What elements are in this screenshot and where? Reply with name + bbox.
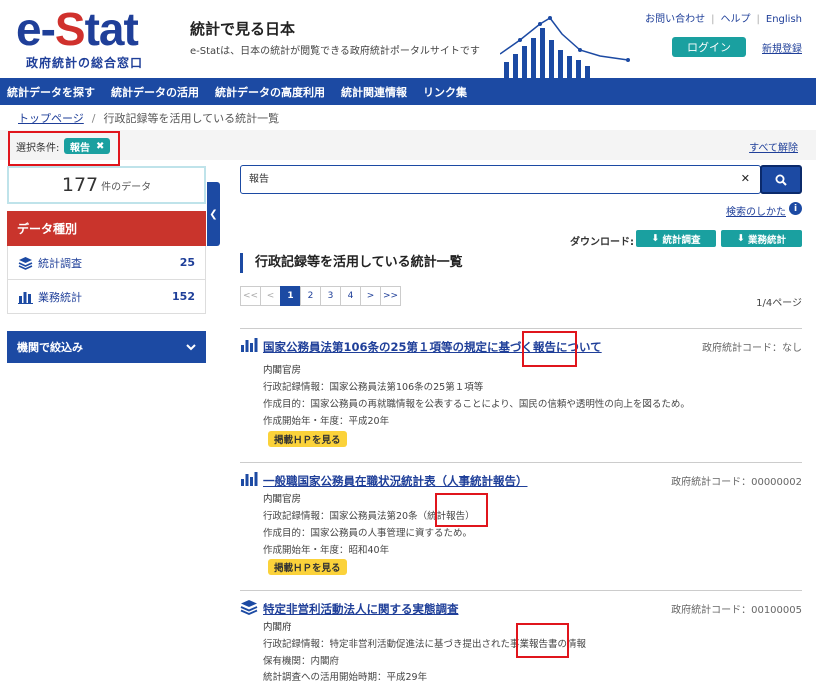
result-count-unit: 件のデータ [101,181,152,193]
stack-icon [18,256,33,270]
data-type-label: 統計調査 [38,256,82,270]
collapse-sidebar-button[interactable]: ❮ [207,182,220,246]
nav-item-search-data[interactable]: 統計データを探す [0,84,104,100]
result-start-year: 作成開始年・年度：平成20年 [263,416,390,427]
result-record-info: 行政記録情報：国家公務員法第106条の25第１項等 [263,382,484,393]
breadcrumb-separator: / [91,112,96,125]
search-icon [775,174,787,186]
separator: | [711,14,715,25]
result-holder: 保有機関：内閣府 [263,656,340,667]
bar-chart-icon [241,338,258,352]
data-type-count: 152 [172,290,195,303]
org-filter-label: 機関で絞込み [17,341,83,354]
download-icon: ⬇ [737,233,745,244]
download-business-label: 業務統計 [747,234,786,246]
pagination: << < 1 2 3 4 > >> [240,286,401,306]
view-hp-button[interactable]: 掲載ＨＰを見る [268,559,347,575]
result-purpose: 作成目的：国家公務員の人事管理に資するため。 [263,528,473,539]
pager-page-4[interactable]: 4 [340,286,361,306]
english-link[interactable]: English [766,14,802,25]
nav-item-use-data[interactable]: 統計データの活用 [104,84,208,100]
result-use-start: 統計調査への活用開始時期：平成29年 [263,672,428,683]
logo-pre: e- [16,3,56,55]
pager-first[interactable]: << [240,286,261,306]
result-stat-code: 政府統計コード：00100005 [671,605,802,616]
result-purpose: 作成目的：国家公務員の再就職情報を公表することにより、国民の信頼や透明性の向上を… [263,399,690,410]
pager-prev[interactable]: < [260,286,281,306]
breadcrumb-current: 行政記録等を活用している統計一覧 [103,112,280,125]
contact-link[interactable]: お問い合わせ [645,14,705,25]
signup-link[interactable]: 新規登録 [762,40,802,55]
result-item: 国家公務員法第106条の25第１項等の規定に基づく報告について 政府統計コード：… [240,328,802,462]
selected-conditions-bar: 選択条件: 報告 ✖ すべて解除 [0,130,816,160]
nav-item-links[interactable]: リンク集 [416,84,476,100]
search-input[interactable] [249,172,729,183]
nav-item-related-info[interactable]: 統計関連情報 [334,84,416,100]
result-title[interactable]: 特定非営利活動法人に関する実態調査 [263,601,459,617]
clear-search-icon[interactable]: ✕ [741,172,750,185]
nav-item-advanced-use[interactable]: 統計データの高度利用 [208,84,334,100]
pager-page-3[interactable]: 3 [320,286,341,306]
page-info: 1/4ページ [756,298,802,309]
search-button[interactable] [760,165,802,194]
download-survey-button[interactable]: ⬇ 統計調査 [636,230,716,247]
view-hp-button[interactable]: 掲載ＨＰを見る [268,431,347,447]
result-start-year: 作成開始年・年度：昭和40年 [263,545,390,556]
download-icon: ⬇ [651,233,660,244]
pager-last[interactable]: >> [380,286,401,306]
download-business-button[interactable]: ⬇ 業務統計 [721,230,802,247]
clear-all-link[interactable]: すべて解除 [749,139,798,154]
logo-subtitle: 政府統計の総合窓口 [26,56,144,70]
org-filter-toggle[interactable]: 機関で絞込み [7,331,206,363]
highlight-box [8,131,120,166]
logo-post: tat [84,3,139,55]
result-org: 内閣官房 [263,494,302,505]
list-title: 行政記録等を活用している統計一覧 [240,253,463,273]
data-type-count: 25 [179,256,195,269]
site-description: e-Statは、日本の統計が閲覧できる政府統計ポータルサイトです [190,46,480,57]
data-type-business[interactable]: 業務統計 152 [7,280,206,314]
highlight-box [516,623,569,658]
result-org: 内閣官房 [263,365,302,376]
pager-page-2[interactable]: 2 [300,286,321,306]
highlight-box [522,331,577,367]
estat-logo[interactable]: e-Stat 政府統計の総合窓口 [16,3,166,72]
site-title: 統計で見る日本 [190,20,296,38]
download-label: ダウンロード: [570,237,634,248]
help-link[interactable]: ヘルプ [721,14,751,25]
search-help-link[interactable]: 検索のしかた [726,203,786,218]
chevron-down-icon [186,343,196,350]
separator: | [756,14,760,25]
result-stat-code: 政府統計コード：00000002 [671,477,802,488]
chevron-left-icon: ❮ [209,208,218,220]
logo-wordmark: e-Stat [16,2,139,56]
result-item: 一般職国家公務員在職状況統計表（人事統計報告） 政府統計コード：00000002… [240,462,802,590]
site-header: e-Stat 政府統計の総合窓口 統計で見る日本 e-Statは、日本の統計が閲… [0,0,816,78]
logo-s: S [54,3,86,55]
bar-chart-icon [18,292,33,304]
result-title[interactable]: 一般職国家公務員在職状況統計表（人事統計報告） [263,473,528,489]
breadcrumb-home[interactable]: トップページ [18,112,84,125]
pager-next[interactable]: > [360,286,381,306]
highlight-box [435,493,488,527]
data-type-label: 業務統計 [38,290,82,304]
main-nav: 統計データを探す 統計データの活用 統計データの高度利用 統計関連情報 リンク集 [0,78,816,105]
result-stat-code: 政府統計コード：なし [702,343,802,354]
data-type-survey[interactable]: 統計調査 25 [7,246,206,280]
result-count: 177 [61,174,99,196]
breadcrumb: トップページ / 行政記録等を活用している統計一覧 [18,110,279,126]
top-links: お問い合わせ | ヘルプ | English [645,10,802,25]
bar-chart-icon [241,472,258,486]
skyline-graphic-icon [500,16,630,78]
result-count-box: 177 件のデータ [7,166,206,204]
login-button[interactable]: ログイン [672,37,746,57]
data-type-heading: データ種別 [7,211,206,246]
info-icon[interactable]: i [789,202,802,215]
stack-icon [240,600,258,615]
search-box: ✕ [240,165,761,194]
download-survey-label: 統計調査 [662,234,701,246]
pager-page-1[interactable]: 1 [280,286,301,306]
result-org: 内閣府 [263,622,292,633]
